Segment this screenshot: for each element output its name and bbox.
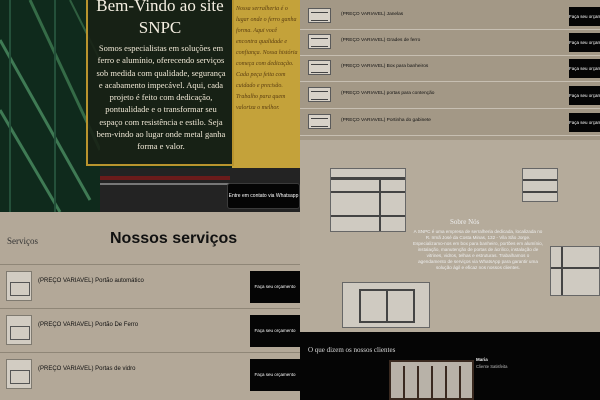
product-item: (PREÇO VARIAVEL) Box para banheiros Faça…	[300, 56, 600, 82]
about-text: A SNPC é uma empresa de serralheria dedi…	[413, 229, 543, 270]
product-thumbnail	[308, 87, 331, 102]
whatsapp-contact-button[interactable]: Entre em contato via Whatsapp	[227, 183, 300, 209]
about-photo-grill	[342, 282, 430, 328]
product-thumbnail	[308, 34, 331, 49]
about-section: Sobre Nós A SNPC é uma empresa de serral…	[300, 140, 600, 332]
services-section: Serviços Nossos serviços (PREÇO VARIAVEL…	[0, 212, 300, 400]
testimonial-photo	[389, 360, 474, 400]
services-label: Serviços	[7, 236, 38, 246]
testimonial-role: Cliente Satisfeita	[476, 364, 508, 369]
hero-wall-script: Nossa serralheria é o lugar onde o ferro…	[236, 6, 298, 111]
product-thumbnail	[308, 8, 331, 23]
about-photo-frame	[550, 246, 600, 296]
service-name: (PREÇO VARIAVEL) Portão automático	[38, 278, 144, 284]
testimonial-author: Maria	[476, 357, 488, 362]
hero-section: Nossa serralheria é o lugar onde o ferro…	[0, 0, 300, 212]
quote-button[interactable]: Faça seu orçamento	[569, 7, 600, 26]
service-item: (PREÇO VARIAVEL) Portão automático Faça …	[0, 264, 300, 308]
quote-button[interactable]: Faça seu orçamento	[250, 315, 300, 347]
product-item: (PREÇO VARIAVEL) portas para contenção F…	[300, 83, 600, 109]
about-title: Sobre Nós	[450, 218, 480, 226]
product-thumbnail	[308, 60, 331, 75]
about-photo-window	[522, 168, 558, 202]
service-item: (PREÇO VARIAVEL) Portão De Ferro Faça se…	[0, 308, 300, 352]
services-title: Nossos serviços	[110, 230, 238, 247]
service-thumbnail	[6, 315, 32, 345]
product-item: (PREÇO VARIAVEL) Grades de ferro Faça se…	[300, 30, 600, 56]
product-name: (PREÇO VARIAVEL) portas para contenção	[341, 91, 435, 96]
service-name: (PREÇO VARIAVEL) Portão De Ferro	[38, 322, 139, 328]
product-thumbnail	[308, 114, 331, 129]
product-name: (PREÇO VARIAVEL) Grades de ferro	[341, 38, 421, 43]
left-page-view: Nossa serralheria é o lugar onde o ferro…	[0, 0, 300, 400]
quote-button[interactable]: Faça seu orçamento	[250, 271, 300, 303]
about-photo-gate	[330, 168, 406, 232]
hero-title-line2: SNPC	[138, 18, 182, 37]
testimonials-section: O que dizem os nossos clientes Maria Cli…	[300, 332, 600, 400]
service-name: (PREÇO VARIAVEL) Portas de vidro	[38, 366, 136, 372]
service-item: (PREÇO VARIAVEL) Portas de vidro Faça se…	[0, 352, 300, 396]
service-thumbnail	[6, 271, 32, 301]
product-name: (PREÇO VARIAVEL) Box para banheiros	[341, 64, 429, 69]
product-item: (PREÇO VARIAVEL) Janelas Faça seu orçame…	[300, 4, 600, 30]
product-item: (PREÇO VARIAVEL) Portinha do gabinete Fa…	[300, 110, 600, 136]
hero-gate-image	[0, 0, 100, 212]
hero-description: Somos especialistas em soluções em ferro…	[96, 43, 226, 152]
quote-button[interactable]: Faça seu orçamento	[569, 33, 600, 52]
hero-street-line	[100, 183, 230, 185]
product-name: (PREÇO VARIAVEL) Portinha do gabinete	[341, 118, 431, 123]
product-name: (PREÇO VARIAVEL) Janelas	[341, 12, 404, 17]
quote-button[interactable]: Faça seu orçamento	[250, 359, 300, 391]
hero-title-line1: Bem-Vindo ao site	[96, 0, 224, 15]
quote-button[interactable]: Faça seu orçamento	[569, 59, 600, 78]
hero-street-stripe	[100, 176, 230, 180]
service-thumbnail	[6, 359, 32, 389]
quote-button[interactable]: Faça seu orçamento	[569, 113, 600, 132]
right-page-view: (PREÇO VARIAVEL) Janelas Faça seu orçame…	[300, 0, 600, 400]
products-list: (PREÇO VARIAVEL) Janelas Faça seu orçame…	[300, 0, 600, 140]
quote-button[interactable]: Faça seu orçamento	[569, 86, 600, 105]
testimonials-title: O que dizem os nossos clientes	[308, 346, 396, 354]
